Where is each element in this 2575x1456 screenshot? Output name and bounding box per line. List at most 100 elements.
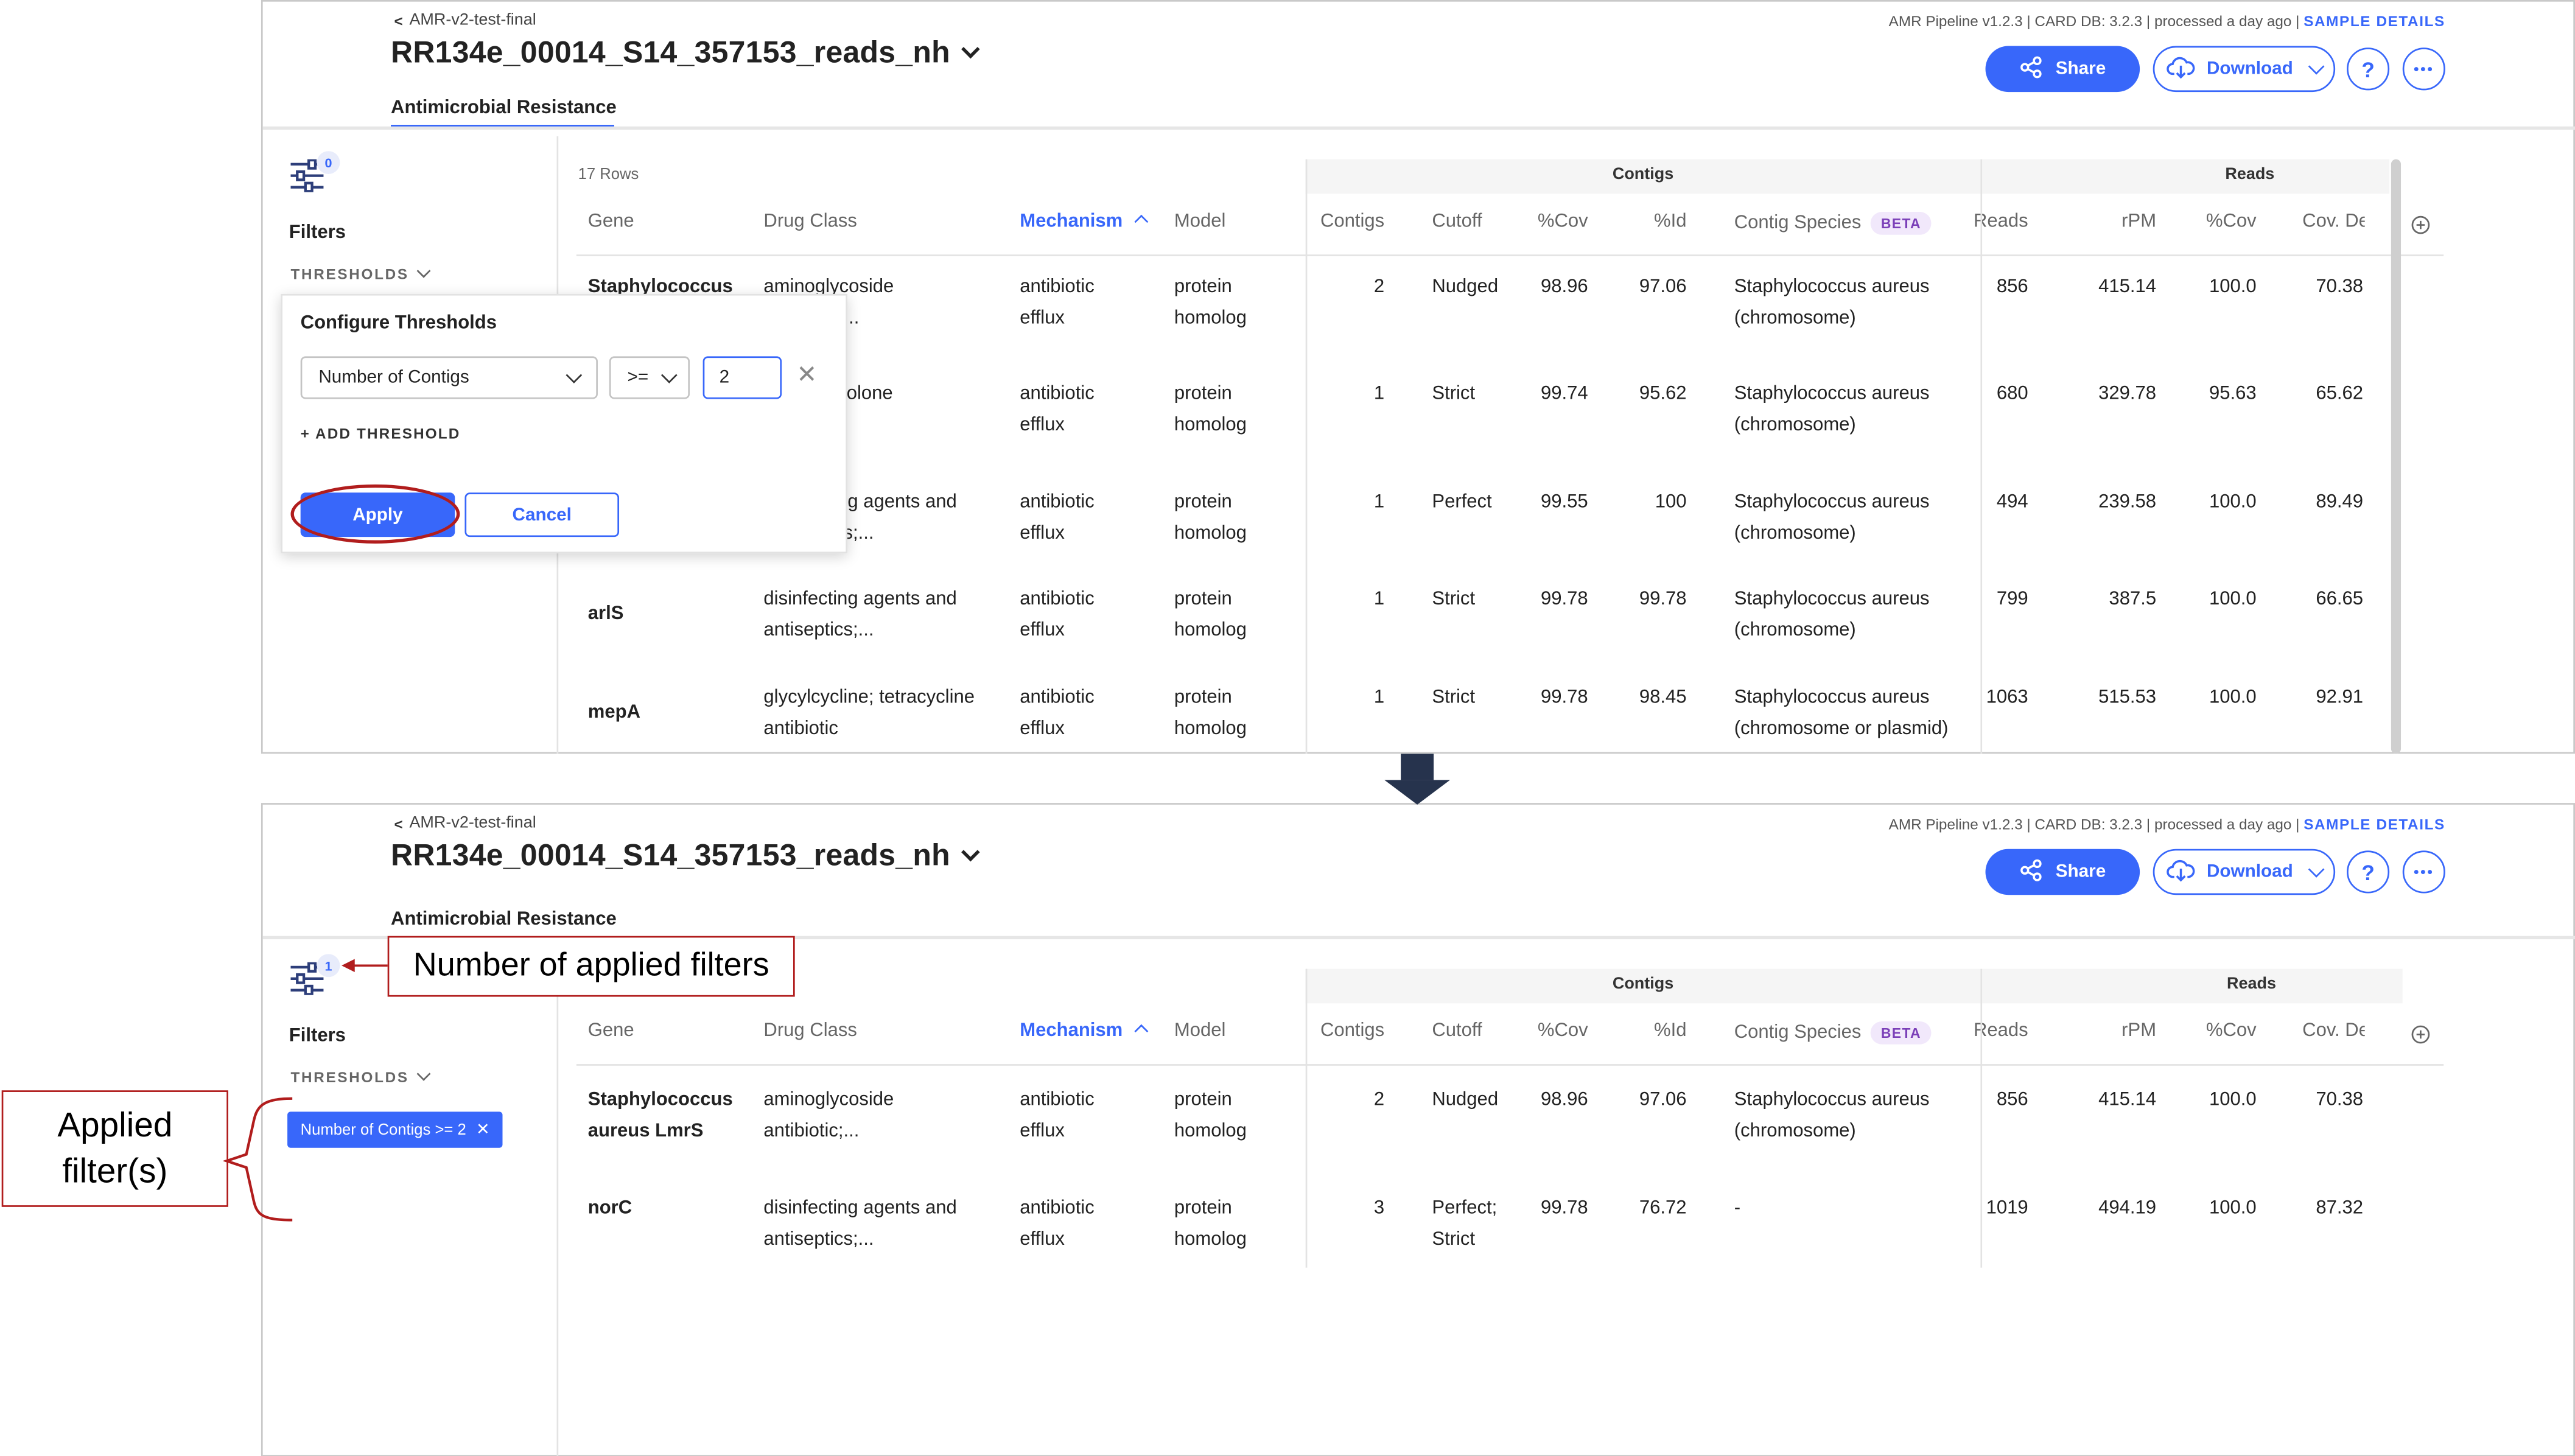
column-header-drug-class[interactable]: Drug Class [763, 1021, 857, 1041]
column-header-mechanism[interactable]: Mechanism [1020, 1021, 1148, 1041]
chevron-left-icon: < [394, 12, 403, 29]
reads-group-label: Reads [2227, 975, 2277, 994]
column-header-reads[interactable]: Reads [1930, 212, 2028, 231]
drug-class-cell: disinfecting agents andantiseptics;... [763, 1199, 957, 1250]
share-button[interactable]: Share [1985, 849, 2140, 895]
annotation-applied-filters: Applied filter(s) [1, 1090, 228, 1207]
column-header-id[interactable]: %Id [1588, 212, 1687, 232]
column-header-reads[interactable]: Reads [1930, 1021, 2028, 1041]
column-header-label: Cutoff [1432, 212, 1482, 232]
scrollbar[interactable] [2391, 159, 2402, 754]
tab-amr-active[interactable]: Antimicrobial Resistance [391, 99, 617, 118]
sample-details-link[interactable]: SAMPLE DETAILS [2303, 816, 2445, 833]
threshold-value-input[interactable]: 2 [702, 356, 782, 399]
sample-title[interactable]: RR134e_00014_S14_357153_reads_nh [391, 34, 979, 71]
mechanism-cell: antibiotic efflux [1020, 1199, 1095, 1250]
column-header-label: Mechanism [1020, 1021, 1123, 1041]
column-header-cov-de[interactable]: Cov. De [2302, 212, 2365, 231]
download-button[interactable]: Download [2153, 46, 2336, 93]
column-header-id[interactable]: %Id [1588, 1021, 1686, 1041]
operator-select[interactable]: >= [609, 356, 690, 399]
close-icon[interactable]: ✕ [476, 1121, 490, 1139]
contigs-cell: 2 [1373, 277, 1385, 298]
table-row[interactable] [576, 259, 2399, 261]
contig-species-cell: - [1734, 1199, 1741, 1219]
sample-details-link[interactable]: SAMPLE DETAILS [2303, 13, 2445, 30]
column-header-cov[interactable]: %Cov [1490, 212, 1588, 231]
applied-filter-chip[interactable]: Number of Contigs >= 2 ✕ [287, 1111, 503, 1148]
rpm-cell: 515.53 [2098, 688, 2157, 708]
sample-title[interactable]: RR134e_00014_S14_357153_reads_nh [391, 837, 979, 873]
contig-species-cell: Staphylococcus aureus (chromosome) [1734, 277, 1930, 329]
metric-select[interactable]: Number of Contigs [300, 356, 598, 399]
column-header-cov-de[interactable]: Cov. De [2302, 1021, 2365, 1041]
gene-cell: arlS [587, 604, 624, 625]
thresholds-toggle[interactable]: THRESHOLDS [290, 1066, 431, 1085]
column-header-contigs[interactable]: Contigs [1286, 212, 1384, 231]
rows-count: 17 Rows [578, 166, 639, 184]
contigs-group-label: Contigs [1612, 166, 1674, 184]
column-header-cov[interactable]: %Cov [2158, 1021, 2257, 1041]
column-header-rpm[interactable]: rPM [2058, 1021, 2156, 1041]
share-button[interactable]: Share [1985, 46, 2140, 93]
before-panel: < AMR-v2-test-final RR134e_00014_S14_35715… [261, 0, 2575, 754]
column-header-label: %Id [1654, 212, 1687, 232]
column-header-gene[interactable]: Gene [588, 1021, 634, 1041]
sample-name: RR134e_00014_S14_357153_reads_nh [391, 34, 950, 69]
table-row[interactable] [576, 366, 2399, 368]
column-header-rpm[interactable]: rPM [2058, 212, 2156, 231]
more-options-button[interactable]: ••• [2402, 850, 2445, 894]
table-row[interactable] [576, 1181, 2399, 1183]
column-header-cutoff[interactable]: Cutoff [1432, 212, 1482, 231]
reads-cov-cell: 100.0 [2209, 277, 2257, 298]
table-row[interactable] [576, 670, 2399, 672]
thresholds-toggle[interactable]: THRESHOLDS [290, 264, 431, 283]
column-header-mechanism[interactable]: Mechanism [1020, 212, 1148, 231]
coverage-depth-cell: 70.38 [2316, 277, 2363, 298]
column-header-cutoff[interactable]: Cutoff [1432, 1021, 1482, 1041]
column-header-cov[interactable]: %Cov [1490, 1021, 1588, 1041]
model-cell: protein homolog [1174, 492, 1247, 544]
back-link[interactable]: < AMR-v2-test-final [394, 814, 536, 833]
column-header-contig-species[interactable]: Contig Species BETA [1734, 1021, 1932, 1045]
add-column-icon[interactable] [2411, 1023, 2430, 1053]
table-header-divider [576, 1064, 2444, 1066]
download-button[interactable]: Download [2153, 849, 2336, 895]
cutoff-cell: Perfect [1432, 492, 1492, 513]
tab-amr[interactable]: Antimicrobial Resistance [391, 910, 617, 929]
sample-name: RR134e_00014_S14_357153_reads_nh [391, 837, 950, 872]
table-row[interactable] [576, 572, 2399, 573]
contig-id-cell: 97.06 [1639, 277, 1687, 298]
help-button[interactable]: ? [2347, 850, 2390, 894]
add-column-icon[interactable] [2411, 214, 2430, 243]
model-cell: protein homolog [1174, 1090, 1247, 1141]
column-header-model[interactable]: Model [1174, 212, 1226, 231]
column-header-model[interactable]: Model [1174, 1021, 1226, 1041]
sidebar-divider [556, 939, 559, 1456]
close-icon[interactable]: ✕ [796, 360, 817, 389]
table-row[interactable] [576, 1073, 2399, 1074]
column-header-contig-species[interactable]: Contig Species BETA [1734, 212, 1932, 235]
column-header-gene[interactable]: Gene [588, 212, 634, 231]
add-threshold-link[interactable]: + ADD THRESHOLD [301, 425, 461, 442]
model-cell: protein homolog [1174, 277, 1247, 329]
help-button[interactable]: ? [2347, 47, 2390, 91]
column-header-label: Cutoff [1432, 1021, 1482, 1041]
gene-cell: norC [587, 1199, 632, 1219]
table-row[interactable] [576, 475, 2399, 477]
contig-id-cell: 76.72 [1639, 1199, 1687, 1219]
column-header-label: rPM [2121, 1021, 2157, 1041]
column-header-contigs[interactable]: Contigs [1286, 1021, 1384, 1041]
chevron-down-icon [960, 842, 979, 861]
cancel-button[interactable]: Cancel [464, 492, 620, 537]
more-options-button[interactable]: ••• [2402, 47, 2445, 91]
chevron-left-icon: < [394, 815, 403, 832]
cutoff-cell: Strict [1432, 384, 1476, 404]
download-label: Download [2206, 59, 2293, 79]
back-link[interactable]: < AMR-v2-test-final [394, 12, 536, 30]
contig-species-cell: Staphylococcus aureus (chromosome) [1734, 492, 1930, 544]
thresholds-label: THRESHOLDS [290, 266, 409, 283]
column-header-cov[interactable]: %Cov [2158, 212, 2257, 231]
column-header-drug-class[interactable]: Drug Class [763, 212, 857, 231]
download-label: Download [2206, 862, 2293, 882]
